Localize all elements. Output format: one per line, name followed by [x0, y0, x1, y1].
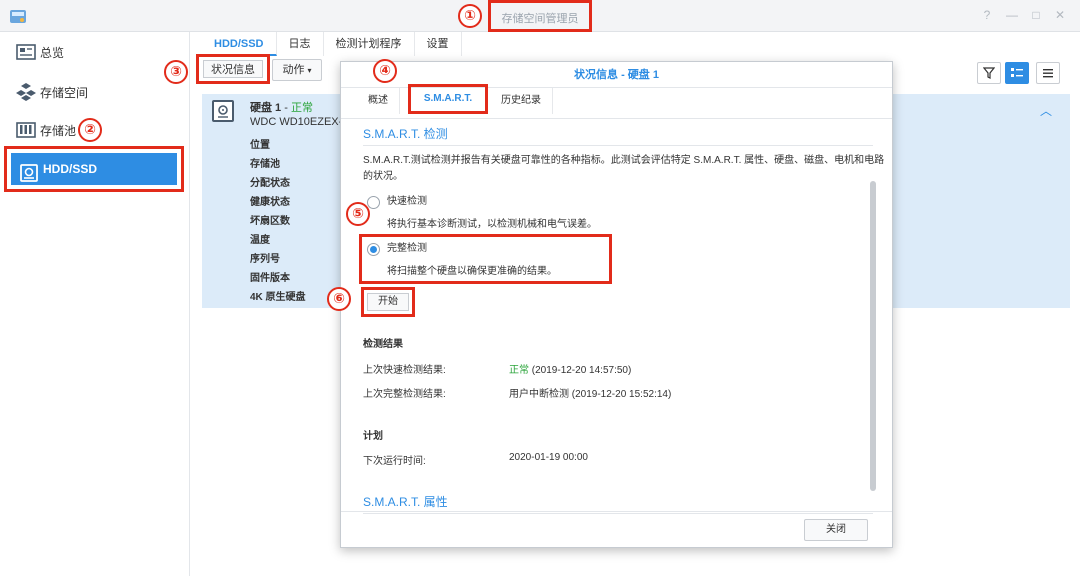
- disk-label-bad-sectors: 坏扇区数: [250, 216, 290, 227]
- status-info-button-highlight[interactable]: 状况信息: [196, 54, 270, 84]
- sidebar-item-overview[interactable]: 总览: [0, 32, 190, 72]
- smart-description-line2: 的状况。: [363, 171, 403, 182]
- title-bar: 存储空间管理员 ? — □ ✕: [0, 0, 1080, 32]
- window-title: 存储空间管理员: [488, 0, 592, 32]
- annotation-4: ④: [373, 59, 397, 83]
- last-full-label: 上次完整检测结果:: [363, 389, 446, 400]
- annotation-2: ②: [78, 118, 102, 142]
- smart-test-title: S.M.A.R.T. 检测: [363, 127, 448, 141]
- volume-icon: [16, 83, 36, 101]
- disk-label-storage-pool: 存储池: [250, 159, 280, 170]
- annotation-3: ③: [164, 60, 188, 84]
- maximize-icon[interactable]: □: [1027, 6, 1045, 24]
- minimize-icon[interactable]: —: [1003, 6, 1021, 24]
- next-run-value: 2020-01-19 00:00: [509, 452, 588, 463]
- filter-icon[interactable]: [977, 62, 1001, 84]
- sidebar-item-label: HDD/SSD: [43, 162, 98, 176]
- caret-down-icon: ▾: [307, 66, 312, 75]
- dialog-tab-overview[interactable]: 概述: [357, 88, 400, 114]
- dialog-scrollbar[interactable]: [870, 181, 876, 491]
- disk-title: 硬盘 1 - 正常: [250, 99, 313, 115]
- full-test-description: 将扫描整个硬盘以确保更准确的结果。: [387, 266, 557, 277]
- last-quick-label: 上次快速检测结果:: [363, 365, 446, 376]
- next-run-label: 下次运行时间:: [363, 456, 426, 467]
- disk-label-temperature: 温度: [250, 235, 270, 246]
- chevron-up-icon[interactable]: ︿: [1040, 102, 1052, 119]
- sidebar-item-label: 存储池: [40, 123, 77, 138]
- full-test-label[interactable]: 完整检测: [387, 241, 427, 257]
- disk-name: 硬盘 1: [250, 102, 282, 114]
- quick-test-radio[interactable]: [367, 196, 380, 209]
- last-quick-time: (2019-12-20 14:57:50): [531, 365, 632, 376]
- quick-test-label[interactable]: 快速检测: [387, 194, 427, 210]
- dialog-tab-smart[interactable]: S.M.A.R.T.: [408, 84, 488, 114]
- quick-test-description: 将执行基本诊断测试，以检测机械和电气误差。: [387, 219, 597, 230]
- start-button[interactable]: 开始: [367, 293, 409, 311]
- sidebar-item-hdd-ssd[interactable]: HDD/SSD: [4, 146, 184, 192]
- tab-settings[interactable]: 设置: [415, 32, 462, 56]
- last-quick-value: 正常 (2019-12-20 14:57:50): [509, 361, 631, 376]
- annotation-1: ①: [458, 4, 482, 28]
- section-divider: [363, 145, 873, 146]
- detail-view-icon[interactable]: [1036, 62, 1060, 84]
- results-title: 检测结果: [363, 339, 403, 350]
- tab-hdd-ssd[interactable]: HDD/SSD: [202, 32, 277, 56]
- status-info-button[interactable]: 状况信息: [203, 60, 263, 78]
- annotation-5: ⑤: [346, 202, 370, 226]
- dialog-tabs: 概述 S.M.A.R.T. 历史纪录: [357, 84, 553, 114]
- disk-label-health: 健康状态: [250, 197, 290, 208]
- disk-label-location: 位置: [250, 140, 270, 151]
- tab-log[interactable]: 日志: [277, 32, 324, 56]
- sidebar: 总览 存储空间 存储池 ② HDD/SSD: [0, 32, 190, 576]
- annotation-6: ⑥: [327, 287, 351, 311]
- list-view-icon[interactable]: [1005, 62, 1029, 84]
- sidebar-item-label: 存储空间: [40, 85, 89, 100]
- sidebar-item-volume[interactable]: 存储空间: [0, 72, 190, 112]
- hard-disk-icon: [212, 100, 234, 122]
- schedule-title: 计划: [363, 431, 383, 442]
- status-info-dialog: 状况信息 - 硬盘 1 概述 S.M.A.R.T. 历史纪录 S.M.A.R.T…: [340, 61, 893, 548]
- storage-pool-icon: [16, 122, 36, 138]
- main-tabs: HDD/SSD 日志 检测计划程序 设置: [202, 32, 462, 56]
- help-icon[interactable]: ?: [978, 6, 996, 24]
- disk-separator: -: [281, 102, 291, 114]
- action-label: 动作: [282, 64, 305, 76]
- storage-manager-app-icon: [10, 10, 26, 23]
- overview-icon: [16, 44, 36, 60]
- sidebar-item-selected-bg: HDD/SSD: [11, 153, 177, 185]
- disk-label-serial: 序列号: [250, 254, 280, 265]
- disk-model: WDC WD10EZEX-0: [250, 116, 349, 128]
- sidebar-item-label: 总览: [40, 45, 65, 60]
- tab-test-scheduler[interactable]: 检测计划程序: [324, 32, 415, 56]
- dialog-content: S.M.A.R.T. 检测 S.M.A.R.T.测试检测并报告有关硬盘可靠性的各…: [341, 118, 892, 514]
- close-button[interactable]: 关闭: [804, 519, 868, 541]
- disk-icon: [20, 164, 38, 182]
- disk-label-4k-native: 4K 原生硬盘: [250, 292, 306, 303]
- disk-status: 正常: [290, 102, 313, 114]
- full-test-radio[interactable]: [367, 243, 380, 256]
- last-full-value: 用户中断检测 (2019-12-20 15:52:14): [509, 389, 672, 400]
- dialog-tab-history[interactable]: 历史纪录: [490, 88, 553, 114]
- disk-label-firmware: 固件版本: [250, 273, 290, 284]
- dialog-footer: 关闭: [341, 511, 892, 547]
- last-quick-status: 正常: [509, 365, 529, 376]
- smart-description-line1: S.M.A.R.T.测试检测并报告有关硬盘可靠性的各种指标。此测试会评估特定 S…: [363, 155, 885, 166]
- disk-label-allocation: 分配状态: [250, 178, 290, 189]
- smart-attributes-title: S.M.A.R.T. 属性: [363, 495, 448, 509]
- close-window-icon[interactable]: ✕: [1051, 6, 1069, 24]
- action-dropdown[interactable]: 动作 ▾: [272, 59, 322, 81]
- start-button-highlight: 开始: [361, 287, 415, 317]
